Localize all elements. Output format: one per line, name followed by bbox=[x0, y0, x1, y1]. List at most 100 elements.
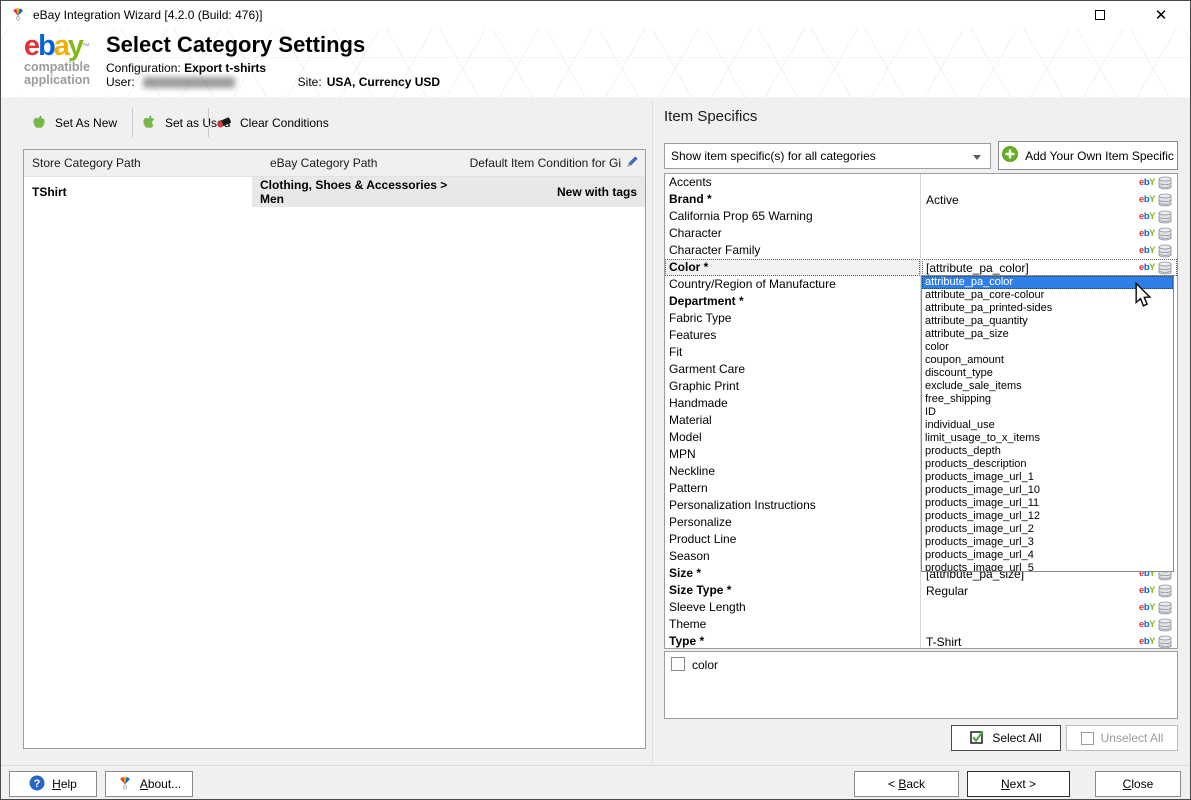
specifics-filter-dropdown[interactable]: Show item specific(s) for all categories bbox=[664, 143, 991, 169]
specific-label[interactable]: Department * bbox=[665, 293, 920, 310]
specific-value[interactable]: T-Shirt bbox=[926, 635, 1135, 649]
database-icon[interactable] bbox=[1158, 210, 1174, 224]
database-icon[interactable] bbox=[1158, 601, 1174, 615]
ebay-values-icon[interactable]: ebY bbox=[1135, 602, 1155, 613]
dropdown-item[interactable]: attribute_pa_core-colour bbox=[922, 289, 1173, 302]
condition-cell[interactable]: New with tags bbox=[462, 177, 645, 207]
dropdown-item[interactable]: products_image_url_2 bbox=[922, 523, 1173, 536]
specific-value-row[interactable]: [attribute_pa_color]ebY bbox=[922, 259, 1177, 276]
set-as-new-button[interactable]: Set As New bbox=[31, 107, 117, 139]
specific-label[interactable]: Personalize bbox=[665, 514, 920, 531]
dropdown-item[interactable]: coupon_amount bbox=[922, 354, 1173, 367]
dropdown-item[interactable]: color bbox=[922, 341, 1173, 354]
ebay-values-icon[interactable]: ebY bbox=[1135, 619, 1155, 630]
close-button[interactable]: Close bbox=[1095, 771, 1181, 797]
specific-value[interactable]: [attribute_pa_color] bbox=[926, 261, 1135, 275]
help-button[interactable]: ? Help bbox=[9, 771, 97, 797]
specific-label[interactable]: Pattern bbox=[665, 480, 920, 497]
specific-label[interactable]: Handmade bbox=[665, 395, 920, 412]
table-row[interactable]: TShirt Clothing, Shoes & Accessories > M… bbox=[24, 177, 645, 207]
store-category-cell[interactable]: TShirt bbox=[24, 177, 252, 207]
dropdown-item[interactable]: products_image_url_10 bbox=[922, 484, 1173, 497]
unselect-all-button[interactable]: Unselect All bbox=[1066, 725, 1178, 751]
database-icon[interactable] bbox=[1158, 261, 1174, 275]
dropdown-item[interactable]: free_shipping bbox=[922, 393, 1173, 406]
specific-label[interactable]: Personalization Instructions bbox=[665, 497, 920, 514]
specific-label[interactable]: Fit bbox=[665, 344, 920, 361]
dropdown-item[interactable]: attribute_pa_quantity bbox=[922, 315, 1173, 328]
dropdown-item[interactable]: attribute_pa_printed-sides bbox=[922, 302, 1173, 315]
dropdown-item[interactable]: products_image_url_5 bbox=[922, 562, 1173, 572]
ebay-values-icon[interactable]: ebY bbox=[1135, 585, 1155, 596]
dropdown-item[interactable]: products_image_url_3 bbox=[922, 536, 1173, 549]
specific-label[interactable]: Season bbox=[665, 548, 920, 565]
specific-label[interactable]: MPN bbox=[665, 446, 920, 463]
dropdown-item[interactable]: ID bbox=[922, 406, 1173, 419]
specific-label[interactable]: Character Family bbox=[665, 242, 920, 259]
dropdown-item[interactable]: products_depth bbox=[922, 445, 1173, 458]
ebay-values-icon[interactable]: ebY bbox=[1135, 177, 1155, 188]
ebay-values-icon[interactable]: ebY bbox=[1135, 228, 1155, 239]
add-item-specific-button[interactable]: Add Your Own Item Specific bbox=[998, 141, 1178, 170]
dropdown-item[interactable]: products_image_url_12 bbox=[922, 510, 1173, 523]
specific-label[interactable]: Garment Care bbox=[665, 361, 920, 378]
specific-value-row[interactable]: T-ShirtebY bbox=[922, 633, 1177, 649]
dropdown-item[interactable]: attribute_pa_color bbox=[922, 276, 1173, 289]
dropdown-item[interactable]: products_image_url_1 bbox=[922, 471, 1173, 484]
pencil-icon[interactable] bbox=[626, 155, 639, 171]
color-checkbox[interactable] bbox=[671, 657, 685, 671]
dropdown-item[interactable]: attribute_pa_size bbox=[922, 328, 1173, 341]
ebay-values-icon[interactable]: ebY bbox=[1135, 245, 1155, 256]
close-window-button[interactable]: ✕ bbox=[1144, 1, 1178, 29]
dropdown-item[interactable]: discount_type bbox=[922, 367, 1173, 380]
ebay-category-cell[interactable]: Clothing, Shoes & Accessories > Men bbox=[252, 177, 462, 207]
specific-value-row[interactable]: ebY bbox=[922, 599, 1177, 616]
dropdown-item[interactable]: products_image_url_4 bbox=[922, 549, 1173, 562]
database-icon[interactable] bbox=[1158, 584, 1174, 598]
specific-value-row[interactable]: ebY bbox=[922, 616, 1177, 633]
specific-value[interactable]: Regular bbox=[926, 584, 1135, 598]
dropdown-item[interactable]: individual_use bbox=[922, 419, 1173, 432]
clear-conditions-button[interactable]: Clear Conditions bbox=[216, 107, 329, 139]
specific-label[interactable]: Graphic Print bbox=[665, 378, 920, 395]
specific-label[interactable]: Model bbox=[665, 429, 920, 446]
specific-label[interactable]: Type * bbox=[665, 633, 920, 649]
specific-value-row[interactable]: ebY bbox=[922, 242, 1177, 259]
ebay-values-icon[interactable]: ebY bbox=[1135, 211, 1155, 222]
database-icon[interactable] bbox=[1158, 618, 1174, 632]
ebay-values-icon[interactable]: ebY bbox=[1135, 262, 1155, 273]
specific-label[interactable]: Brand * bbox=[665, 191, 920, 208]
specific-label[interactable]: Size Type * bbox=[665, 582, 920, 599]
database-icon[interactable] bbox=[1158, 244, 1174, 258]
database-icon[interactable] bbox=[1158, 227, 1174, 241]
database-icon[interactable] bbox=[1158, 193, 1174, 207]
specific-label[interactable]: Fabric Type bbox=[665, 310, 920, 327]
specific-value[interactable]: Active bbox=[926, 193, 1135, 207]
specific-label[interactable]: Sleeve Length bbox=[665, 599, 920, 616]
col-header-condition[interactable]: Default Item Condition for Gi bbox=[462, 155, 645, 171]
specific-value-row[interactable]: ebY bbox=[922, 208, 1177, 225]
specific-label[interactable]: Features bbox=[665, 327, 920, 344]
specific-label[interactable]: Accents bbox=[665, 174, 920, 191]
about-button[interactable]: About... bbox=[105, 771, 193, 797]
ebay-values-icon[interactable]: ebY bbox=[1135, 194, 1155, 205]
specific-label[interactable]: Size * bbox=[665, 565, 920, 582]
specific-label[interactable]: Theme bbox=[665, 616, 920, 633]
dropdown-item[interactable]: exclude_sale_items bbox=[922, 380, 1173, 393]
specific-label[interactable]: California Prop 65 Warning bbox=[665, 208, 920, 225]
specific-label[interactable]: Material bbox=[665, 412, 920, 429]
database-icon[interactable] bbox=[1158, 176, 1174, 190]
maximize-button[interactable] bbox=[1083, 1, 1117, 29]
specific-value-row[interactable]: RegularebY bbox=[922, 582, 1177, 599]
select-all-button[interactable]: Select All bbox=[951, 725, 1061, 751]
database-icon[interactable] bbox=[1158, 635, 1174, 649]
specific-label[interactable]: Neckline bbox=[665, 463, 920, 480]
dropdown-item[interactable]: limit_usage_to_x_items bbox=[922, 432, 1173, 445]
dropdown-item[interactable]: products_description bbox=[922, 458, 1173, 471]
specific-label[interactable]: Color * bbox=[665, 259, 920, 276]
back-button[interactable]: < Back bbox=[854, 771, 959, 797]
specific-value-row[interactable]: ActiveebY bbox=[922, 191, 1177, 208]
specific-value-row[interactable]: ebY bbox=[922, 225, 1177, 242]
specific-value-row[interactable]: ebY bbox=[922, 174, 1177, 191]
specific-label[interactable]: Character bbox=[665, 225, 920, 242]
